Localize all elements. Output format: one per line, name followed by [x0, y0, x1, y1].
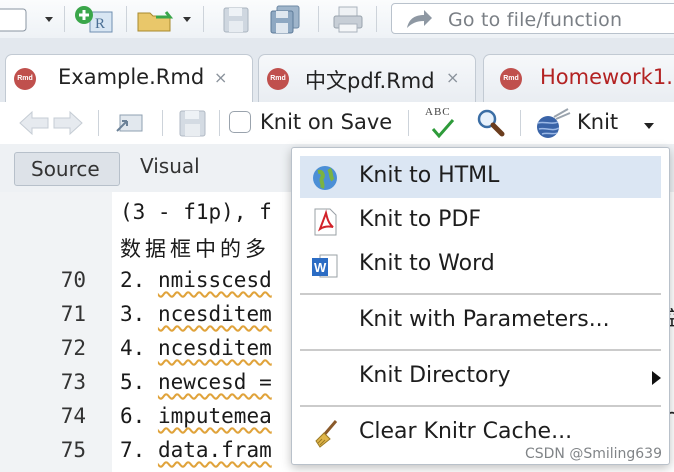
watermark-text: CSDN @Smiling639 — [524, 446, 662, 462]
knit-dropdown-menu: Knit to HTML Knit to PDF W Knit to Word … — [291, 147, 670, 465]
tab-example-rmd[interactable]: Rmd Example.Rmd × — [5, 54, 253, 103]
code-line: 4. ncesditem — [120, 336, 272, 360]
line-number: 71 — [60, 302, 86, 326]
menu-item-label: Clear Knitr Cache... — [359, 419, 573, 444]
knit-on-save-label[interactable]: Knit on Save — [260, 110, 392, 134]
new-file-icon[interactable] — [0, 4, 30, 32]
editor-tab-strip: Rmd Example.Rmd × Rmd 中文pdf.Rmd × Rmd Ho… — [0, 38, 674, 103]
knit-on-save-checkbox[interactable] — [229, 111, 251, 133]
line-number: 72 — [60, 336, 86, 360]
line-number: 75 — [60, 438, 86, 462]
code-line: 2. nmisscesd — [120, 268, 272, 292]
menu-item-label: Knit to PDF — [359, 207, 482, 232]
back-arrow-icon[interactable] — [18, 109, 50, 137]
code-line: 3. ncesditem — [120, 302, 272, 326]
menu-item-knit-to-html[interactable]: Knit to HTML — [300, 156, 661, 198]
close-icon[interactable]: × — [446, 68, 459, 87]
line-number: 74 — [60, 404, 86, 428]
print-icon[interactable] — [331, 4, 365, 33]
menu-item-label: Knit with Parameters... — [359, 307, 610, 332]
menu-separator — [300, 405, 661, 407]
tab-label: 中文pdf.Rmd — [305, 69, 435, 93]
toolbar-divider — [219, 110, 220, 136]
knit-button-label[interactable]: Knit — [577, 110, 618, 134]
go-to-file-input[interactable]: Go to file/function — [391, 3, 674, 34]
menu-item-knit-to-word[interactable]: W Knit to Word — [300, 244, 661, 286]
rmd-file-icon: Rmd — [267, 68, 289, 90]
word-icon: W — [310, 251, 340, 281]
menu-item-label: Knit Directory — [359, 363, 511, 388]
menu-separator — [300, 293, 661, 295]
source-mode-label: Source — [31, 157, 100, 181]
toolbar-divider — [376, 6, 377, 32]
menu-item-knit-directory[interactable]: Knit Directory — [300, 356, 661, 398]
line-number-gutter: 70 71 72 73 74 75 — [0, 192, 112, 472]
spellcheck-icon[interactable]: ABC — [424, 105, 460, 141]
toolbar-divider — [162, 110, 163, 136]
toolbar-divider — [318, 6, 319, 32]
code-line: 7. data.fram — [120, 438, 272, 462]
tab-label: Homework1. — [540, 65, 673, 89]
code-line: 数据框中的多 — [120, 237, 270, 261]
svg-text:W: W — [314, 260, 327, 275]
visual-mode-button[interactable]: Visual — [140, 154, 200, 178]
code-line: 6. imputemea — [120, 404, 272, 428]
save-all-icon[interactable] — [268, 4, 302, 34]
new-file-dropdown-icon[interactable] — [42, 4, 56, 32]
menu-item-label: Knit to HTML — [359, 163, 500, 188]
toolbar-divider — [203, 6, 204, 32]
rmd-file-icon: Rmd — [14, 68, 36, 90]
open-file-icon[interactable] — [136, 4, 176, 32]
save-icon[interactable] — [178, 109, 208, 137]
toolbar-divider — [98, 110, 99, 136]
toolbar-divider — [64, 6, 65, 32]
submenu-arrow-icon — [652, 371, 661, 385]
go-to-arrow-icon — [404, 6, 434, 32]
menu-item-knit-with-parameters[interactable]: Knit with Parameters... — [300, 300, 661, 342]
svg-text:R: R — [95, 16, 105, 32]
line-number: 70 — [60, 268, 86, 292]
toolbar-divider — [520, 110, 521, 136]
forward-arrow-icon[interactable] — [52, 109, 84, 137]
toolbar-divider — [126, 6, 127, 32]
menu-item-label: Knit to Word — [359, 251, 495, 276]
go-to-placeholder: Go to file/function — [448, 9, 623, 31]
knit-yarn-icon[interactable] — [532, 107, 572, 138]
line-number: 73 — [60, 370, 86, 394]
editor-toolbar: Knit on Save ABC Knit — [0, 102, 674, 145]
toolbar-divider — [408, 110, 409, 136]
broom-icon — [310, 419, 340, 449]
menu-separator — [300, 349, 661, 351]
knit-dropdown-icon[interactable] — [642, 109, 656, 137]
rmd-file-icon: Rmd — [500, 68, 522, 90]
main-toolbar: R Go to file/function — [0, 0, 674, 39]
close-icon[interactable]: × — [214, 68, 227, 87]
tab-chinese-pdf-rmd[interactable]: Rmd 中文pdf.Rmd × — [258, 54, 476, 102]
pdf-icon — [310, 207, 340, 237]
globe-icon — [310, 163, 340, 193]
new-project-icon[interactable]: R — [74, 4, 116, 33]
show-in-window-icon[interactable] — [114, 109, 146, 137]
find-replace-icon[interactable] — [476, 108, 506, 137]
tab-label: Example.Rmd — [58, 65, 205, 89]
code-line: (3 - f1p), f — [120, 200, 272, 224]
open-file-dropdown-icon[interactable] — [180, 4, 194, 32]
menu-item-knit-to-pdf[interactable]: Knit to PDF — [300, 200, 661, 242]
source-mode-button[interactable]: Source — [14, 152, 120, 186]
tab-homework1[interactable]: Rmd Homework1. — [483, 54, 674, 102]
save-icon[interactable] — [221, 4, 251, 33]
code-line: 5. newcesd = — [120, 370, 272, 394]
